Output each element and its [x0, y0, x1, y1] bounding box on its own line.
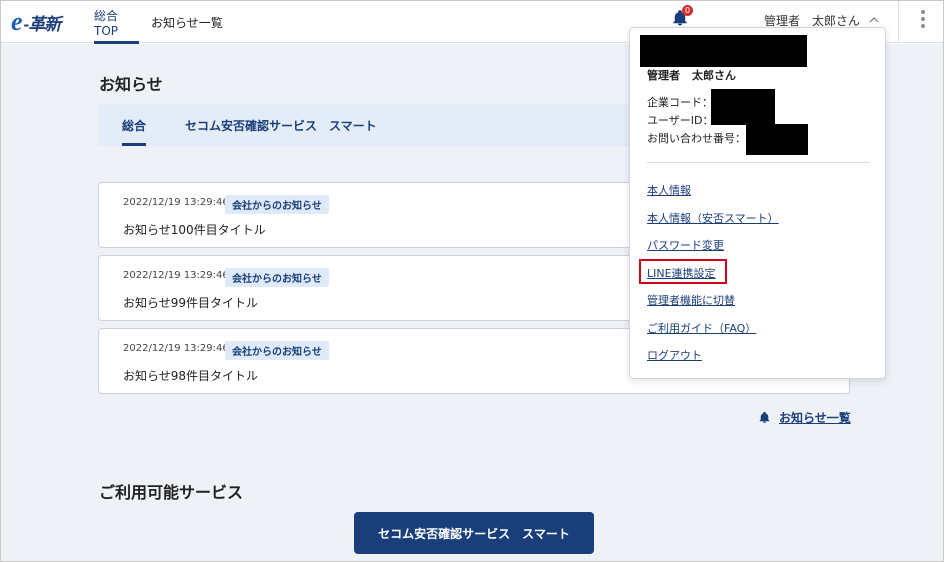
header-divider — [898, 1, 899, 43]
notice-timestamp: 2022/12/19 13:29:46 — [123, 270, 229, 281]
redacted-block — [640, 35, 807, 67]
tab-overall-top-label: 総合TOP — [94, 8, 119, 38]
logo-text: -革新 — [23, 14, 62, 34]
dropdown-user-fullname: 太郎さん — [692, 69, 736, 82]
link-profile-anpi-smart[interactable]: 本人情報（安否スマート） — [647, 210, 779, 226]
notice-title: お知らせ98件目タイトル — [123, 369, 259, 383]
tab-notice-list[interactable]: お知らせ一覧 — [151, 1, 223, 43]
company-code-label: 企業コード： — [647, 96, 713, 109]
contact-number-label: お問い合わせ番号： — [647, 132, 746, 145]
notification-button[interactable]: 0 — [671, 5, 693, 29]
dropdown-user-name: 管理者 太郎さん — [647, 67, 736, 83]
link-line-settings[interactable]: LINE連携設定 — [647, 265, 716, 281]
kebab-menu-icon[interactable] — [917, 10, 929, 32]
subtab-secom-smart-label: セコム安否確認サービス スマート — [185, 118, 377, 133]
services-title: ご利用可能サービス — [99, 483, 244, 502]
user-dropdown-menu: 管理者 太郎さん 企業コード： ユーザーID： お問い合わせ番号： 本人情報 本人… — [629, 27, 886, 379]
link-profile[interactable]: 本人情報 — [647, 182, 691, 198]
subtab-secom-smart[interactable]: セコム安否確認サービス スマート — [185, 104, 377, 146]
notice-tag: 会社からのお知らせ — [225, 341, 329, 360]
link-change-password[interactable]: パスワード変更 — [647, 237, 724, 253]
notice-list-link[interactable]: お知らせ一覧 — [758, 409, 851, 426]
app-logo[interactable]: e -革新 — [11, 9, 79, 35]
notice-tag: 会社からのお知らせ — [225, 195, 329, 214]
redacted-contact-number — [746, 124, 808, 155]
user-id-label: ユーザーID： — [647, 114, 714, 127]
tab-overall-top[interactable]: 総合TOP — [94, 1, 139, 44]
header-user-name: 太郎さん — [812, 13, 861, 28]
tab-notice-list-label: お知らせ一覧 — [151, 15, 223, 30]
subtab-overall[interactable]: 総合 — [122, 104, 147, 146]
dropdown-user-role: 管理者 — [647, 69, 680, 82]
link-logout[interactable]: ログアウト — [647, 347, 702, 363]
link-usage-guide[interactable]: ご利用ガイド（FAQ） — [647, 320, 756, 336]
redacted-company-code — [711, 89, 775, 125]
notice-timestamp: 2022/12/19 13:29:46 — [123, 343, 229, 354]
notice-tag: 会社からのお知らせ — [225, 268, 329, 287]
subtab-overall-label: 総合 — [122, 118, 147, 133]
notice-title: お知らせ99件目タイトル — [123, 296, 259, 310]
notice-timestamp: 2022/12/19 13:29:46 — [123, 197, 229, 208]
notification-count-badge: 0 — [682, 5, 693, 16]
page-title: お知らせ — [99, 75, 163, 94]
logo-e: e — [11, 7, 23, 36]
notice-list-link-label: お知らせ一覧 — [779, 411, 851, 425]
secom-smart-service-button[interactable]: セコム安否確認サービス スマート — [354, 512, 594, 554]
chevron-up-icon — [869, 17, 879, 23]
header-user-role: 管理者 — [764, 13, 801, 28]
notice-title: お知らせ100件目タイトル — [123, 223, 266, 237]
link-switch-admin[interactable]: 管理者機能に切替 — [647, 292, 735, 308]
dropdown-divider — [647, 162, 870, 163]
service-button-label: セコム安否確認サービス スマート — [378, 526, 570, 541]
bell-icon — [759, 411, 770, 423]
